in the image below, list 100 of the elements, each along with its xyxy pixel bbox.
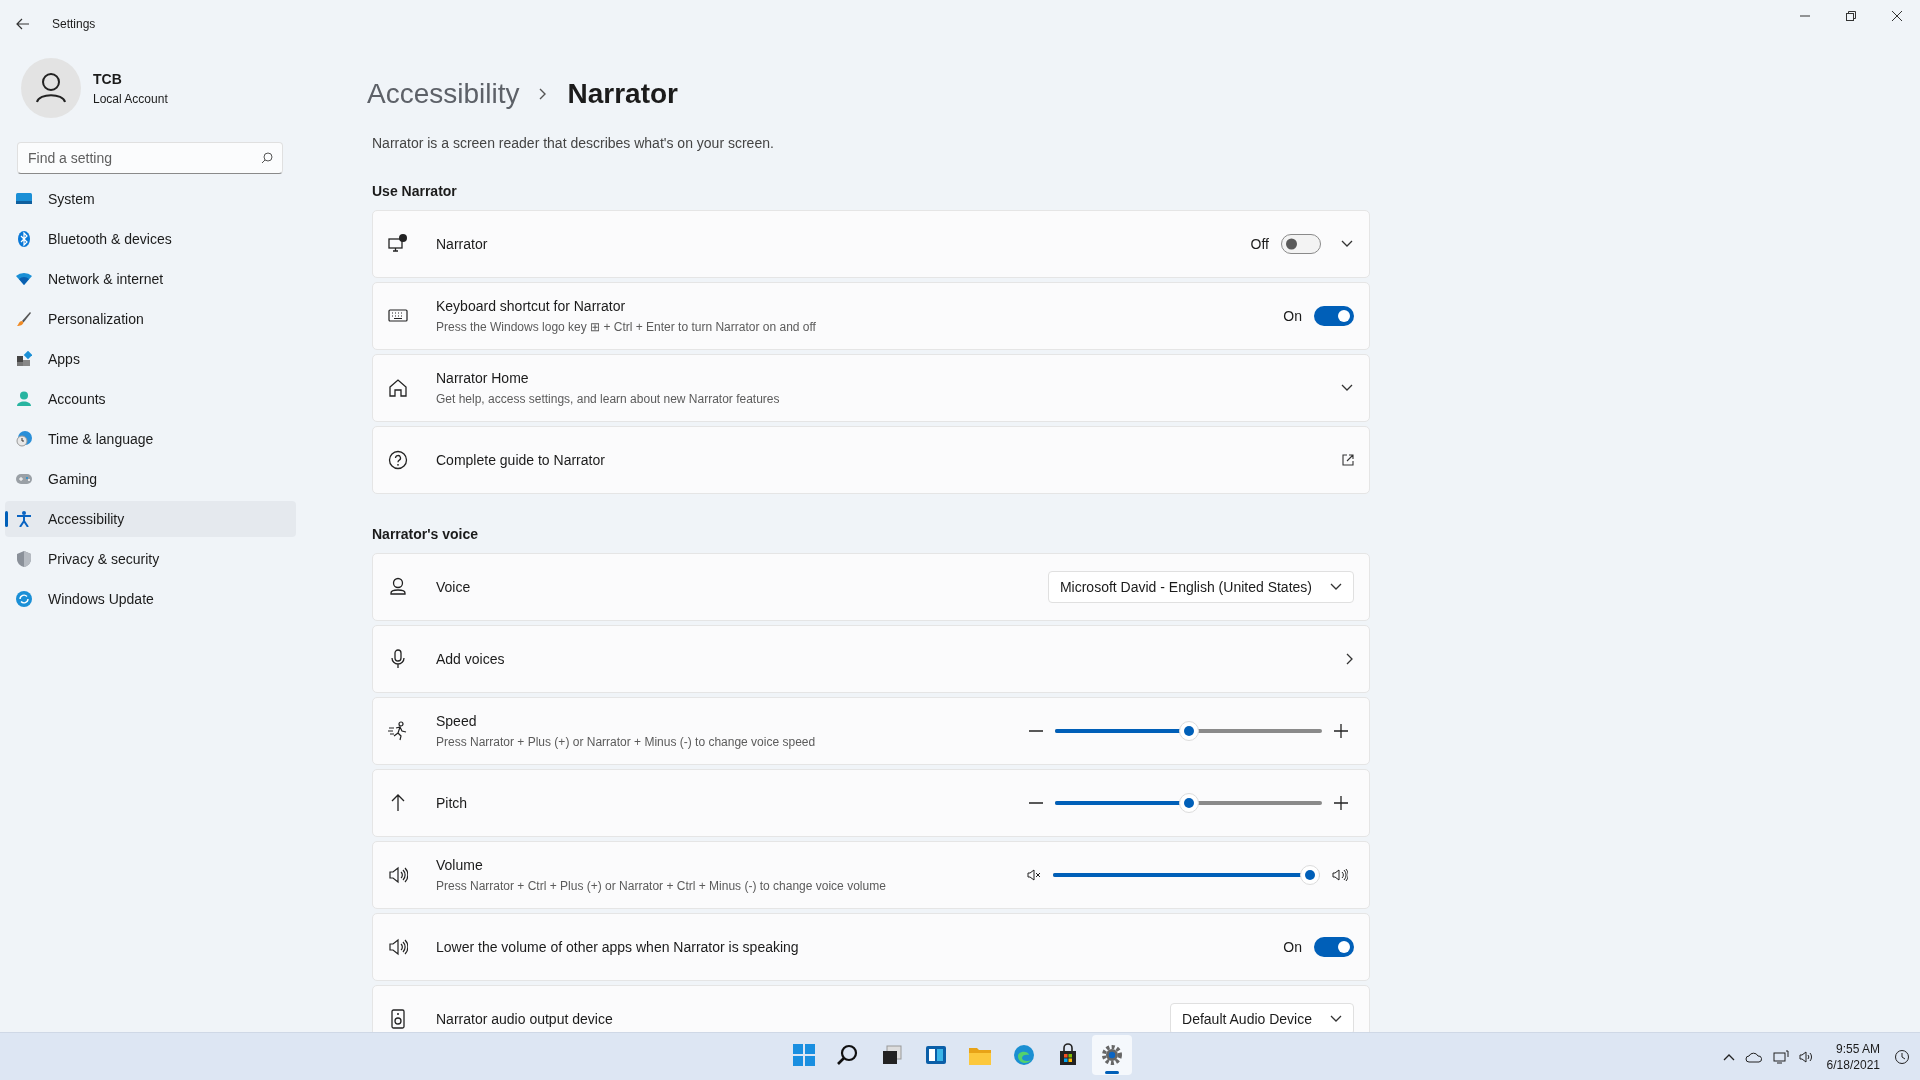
sidebar-icon bbox=[16, 431, 32, 447]
sidebar-icon bbox=[16, 511, 32, 527]
sidebar-item[interactable]: Accessibility bbox=[5, 501, 296, 537]
dropdown[interactable]: Default Audio Device bbox=[1170, 1003, 1354, 1032]
settings-card[interactable]: Lower the volume of other apps when Narrator is speaking On bbox=[372, 913, 1370, 981]
setting-icon bbox=[388, 450, 408, 470]
start-icon bbox=[792, 1043, 816, 1067]
setting-title: Complete guide to Narrator bbox=[436, 450, 606, 470]
section-heading: Use Narrator bbox=[372, 182, 458, 201]
sidebar-item[interactable]: Gaming bbox=[5, 461, 296, 497]
sidebar-item[interactable]: System bbox=[5, 181, 296, 217]
widgets-icon bbox=[924, 1043, 948, 1067]
setting-title: Narrator audio output device bbox=[436, 1009, 614, 1029]
profile-name: TCB bbox=[93, 69, 123, 89]
settings-card[interactable]: Narrator Off bbox=[372, 210, 1370, 278]
chevron-right-icon bbox=[539, 88, 548, 100]
sidebar-icon bbox=[16, 271, 32, 287]
section-heading: Narrator's voice bbox=[372, 525, 480, 544]
chevron-up-icon[interactable] bbox=[1722, 1053, 1735, 1061]
setting-title: Pitch bbox=[436, 793, 469, 813]
settings-card[interactable]: Volume Press Narrator + Ctrl + Plus (+) or Narrator + Ctrl + Minus (-) to change voice volume bbox=[372, 841, 1370, 909]
network-icon[interactable] bbox=[1772, 1050, 1789, 1064]
speaker-icon bbox=[1332, 868, 1348, 882]
mute-icon bbox=[1027, 869, 1041, 881]
settings-card[interactable]: Complete guide to Narrator bbox=[372, 426, 1370, 494]
settings-card[interactable]: Narrator Home Get help, access settings, and learn about new Narrator features bbox=[372, 354, 1370, 422]
setting-icon bbox=[388, 649, 408, 669]
setting-description: Press the Windows logo key ⊞ + Ctrl + Enter to turn Narrator on and off bbox=[436, 319, 817, 336]
slider[interactable] bbox=[1055, 793, 1322, 813]
sidebar-icon bbox=[16, 191, 32, 207]
search-icon[interactable] bbox=[261, 152, 273, 164]
sidebar-item[interactable]: Accounts bbox=[5, 381, 296, 417]
chevron-right-icon[interactable] bbox=[1346, 653, 1354, 665]
settings-card[interactable]: Voice Microsoft David - English (United States) bbox=[372, 553, 1370, 621]
sidebar-item[interactable]: Bluetooth & devices bbox=[5, 221, 296, 257]
description-text: Narrator is a screen reader that describes what's on your screen. bbox=[372, 134, 775, 153]
setting-icon bbox=[388, 937, 408, 957]
slider-thumb[interactable] bbox=[1178, 793, 1199, 813]
slider[interactable] bbox=[1053, 865, 1320, 885]
plus-icon[interactable] bbox=[1334, 724, 1348, 738]
setting-icon bbox=[388, 378, 408, 398]
page-title: Narrator bbox=[567, 77, 678, 111]
notification-icon[interactable] bbox=[1894, 1049, 1910, 1065]
toggle-switch[interactable] bbox=[1314, 306, 1354, 326]
setting-title: Speed bbox=[436, 712, 478, 731]
slider-thumb[interactable] bbox=[1300, 865, 1320, 885]
task-view-icon bbox=[880, 1043, 904, 1067]
setting-description: Press Narrator + Ctrl + Plus (+) or Narrator + Ctrl + Minus (-) to change voice volume bbox=[436, 878, 887, 895]
settings-card[interactable]: Pitch bbox=[372, 769, 1370, 837]
setting-title: Narrator bbox=[436, 234, 489, 254]
search-field[interactable]: Find a setting bbox=[17, 142, 283, 174]
setting-description: Press Narrator + Plus (+) or Narrator + Minus (-) to change voice speed bbox=[436, 734, 817, 751]
toggle-state-label: On bbox=[1283, 306, 1302, 326]
settings-card[interactable]: Speed Press Narrator + Plus (+) or Narrator + Minus (-) to change voice speed bbox=[372, 697, 1370, 765]
account-type: Local Account bbox=[93, 90, 168, 108]
chevron-down-icon bbox=[1330, 583, 1342, 591]
plus-icon[interactable] bbox=[1334, 796, 1348, 810]
chevron-down-icon bbox=[1330, 1015, 1342, 1023]
toggle-state-label: Off bbox=[1250, 234, 1269, 254]
settings-card[interactable]: Add voices bbox=[372, 625, 1370, 693]
dropdown[interactable]: Microsoft David - English (United States) bbox=[1047, 571, 1354, 603]
setting-title: Add voices bbox=[436, 649, 506, 669]
toggle-switch[interactable] bbox=[1314, 937, 1354, 957]
toggle-switch[interactable] bbox=[1281, 234, 1321, 254]
back-icon[interactable] bbox=[16, 18, 30, 30]
sidebar-item[interactable]: Windows Update bbox=[5, 581, 296, 617]
chevron-down-icon[interactable] bbox=[1341, 240, 1353, 248]
restore-icon bbox=[1846, 11, 1856, 21]
setting-title: Narrator Home bbox=[436, 369, 530, 388]
cloud-icon[interactable] bbox=[1744, 1051, 1763, 1063]
sidebar-icon bbox=[16, 551, 32, 567]
setting-title: Volume bbox=[436, 856, 484, 875]
settings-card[interactable]: Narrator audio output device Default Audio Device bbox=[372, 985, 1370, 1032]
sidebar-icon bbox=[16, 591, 32, 607]
sidebar-item[interactable]: Time & language bbox=[5, 421, 296, 457]
settings-card[interactable]: Keyboard shortcut for Narrator Press the Windows logo key ⊞ + Ctrl + Enter to turn Narrator on and off On bbox=[372, 282, 1370, 350]
setting-icon bbox=[388, 577, 408, 597]
volume-icon[interactable] bbox=[1798, 1051, 1813, 1063]
sidebar-icon bbox=[16, 311, 32, 327]
avatar-icon bbox=[21, 58, 81, 118]
window-title: Settings bbox=[52, 16, 96, 33]
slider[interactable] bbox=[1055, 721, 1322, 741]
chevron-down-icon[interactable] bbox=[1341, 384, 1353, 392]
search-icon bbox=[836, 1043, 860, 1067]
setting-icon bbox=[388, 1009, 408, 1029]
sidebar-icon bbox=[16, 231, 32, 247]
sidebar-item[interactable]: Apps bbox=[5, 341, 296, 377]
sidebar-item[interactable]: Privacy & security bbox=[5, 541, 296, 577]
breadcrumb-link[interactable]: Accessibility bbox=[367, 73, 520, 115]
close-icon bbox=[1892, 11, 1902, 21]
setting-description: Get help, access settings, and learn about new Narrator features bbox=[436, 391, 781, 408]
setting-title: Keyboard shortcut for Narrator bbox=[436, 297, 627, 316]
sidebar-item[interactable]: Personalization bbox=[5, 301, 296, 337]
sidebar-icon bbox=[16, 471, 32, 487]
slider-thumb[interactable] bbox=[1178, 721, 1199, 741]
setting-title: Lower the volume of other apps when Narrator is speaking bbox=[436, 937, 800, 957]
clock[interactable]: 9:55 AM 6/18/2021 bbox=[1826, 1041, 1880, 1073]
setting-icon bbox=[388, 865, 408, 885]
sidebar-item[interactable]: Network & internet bbox=[5, 261, 296, 297]
external-link-icon[interactable] bbox=[1342, 454, 1354, 466]
